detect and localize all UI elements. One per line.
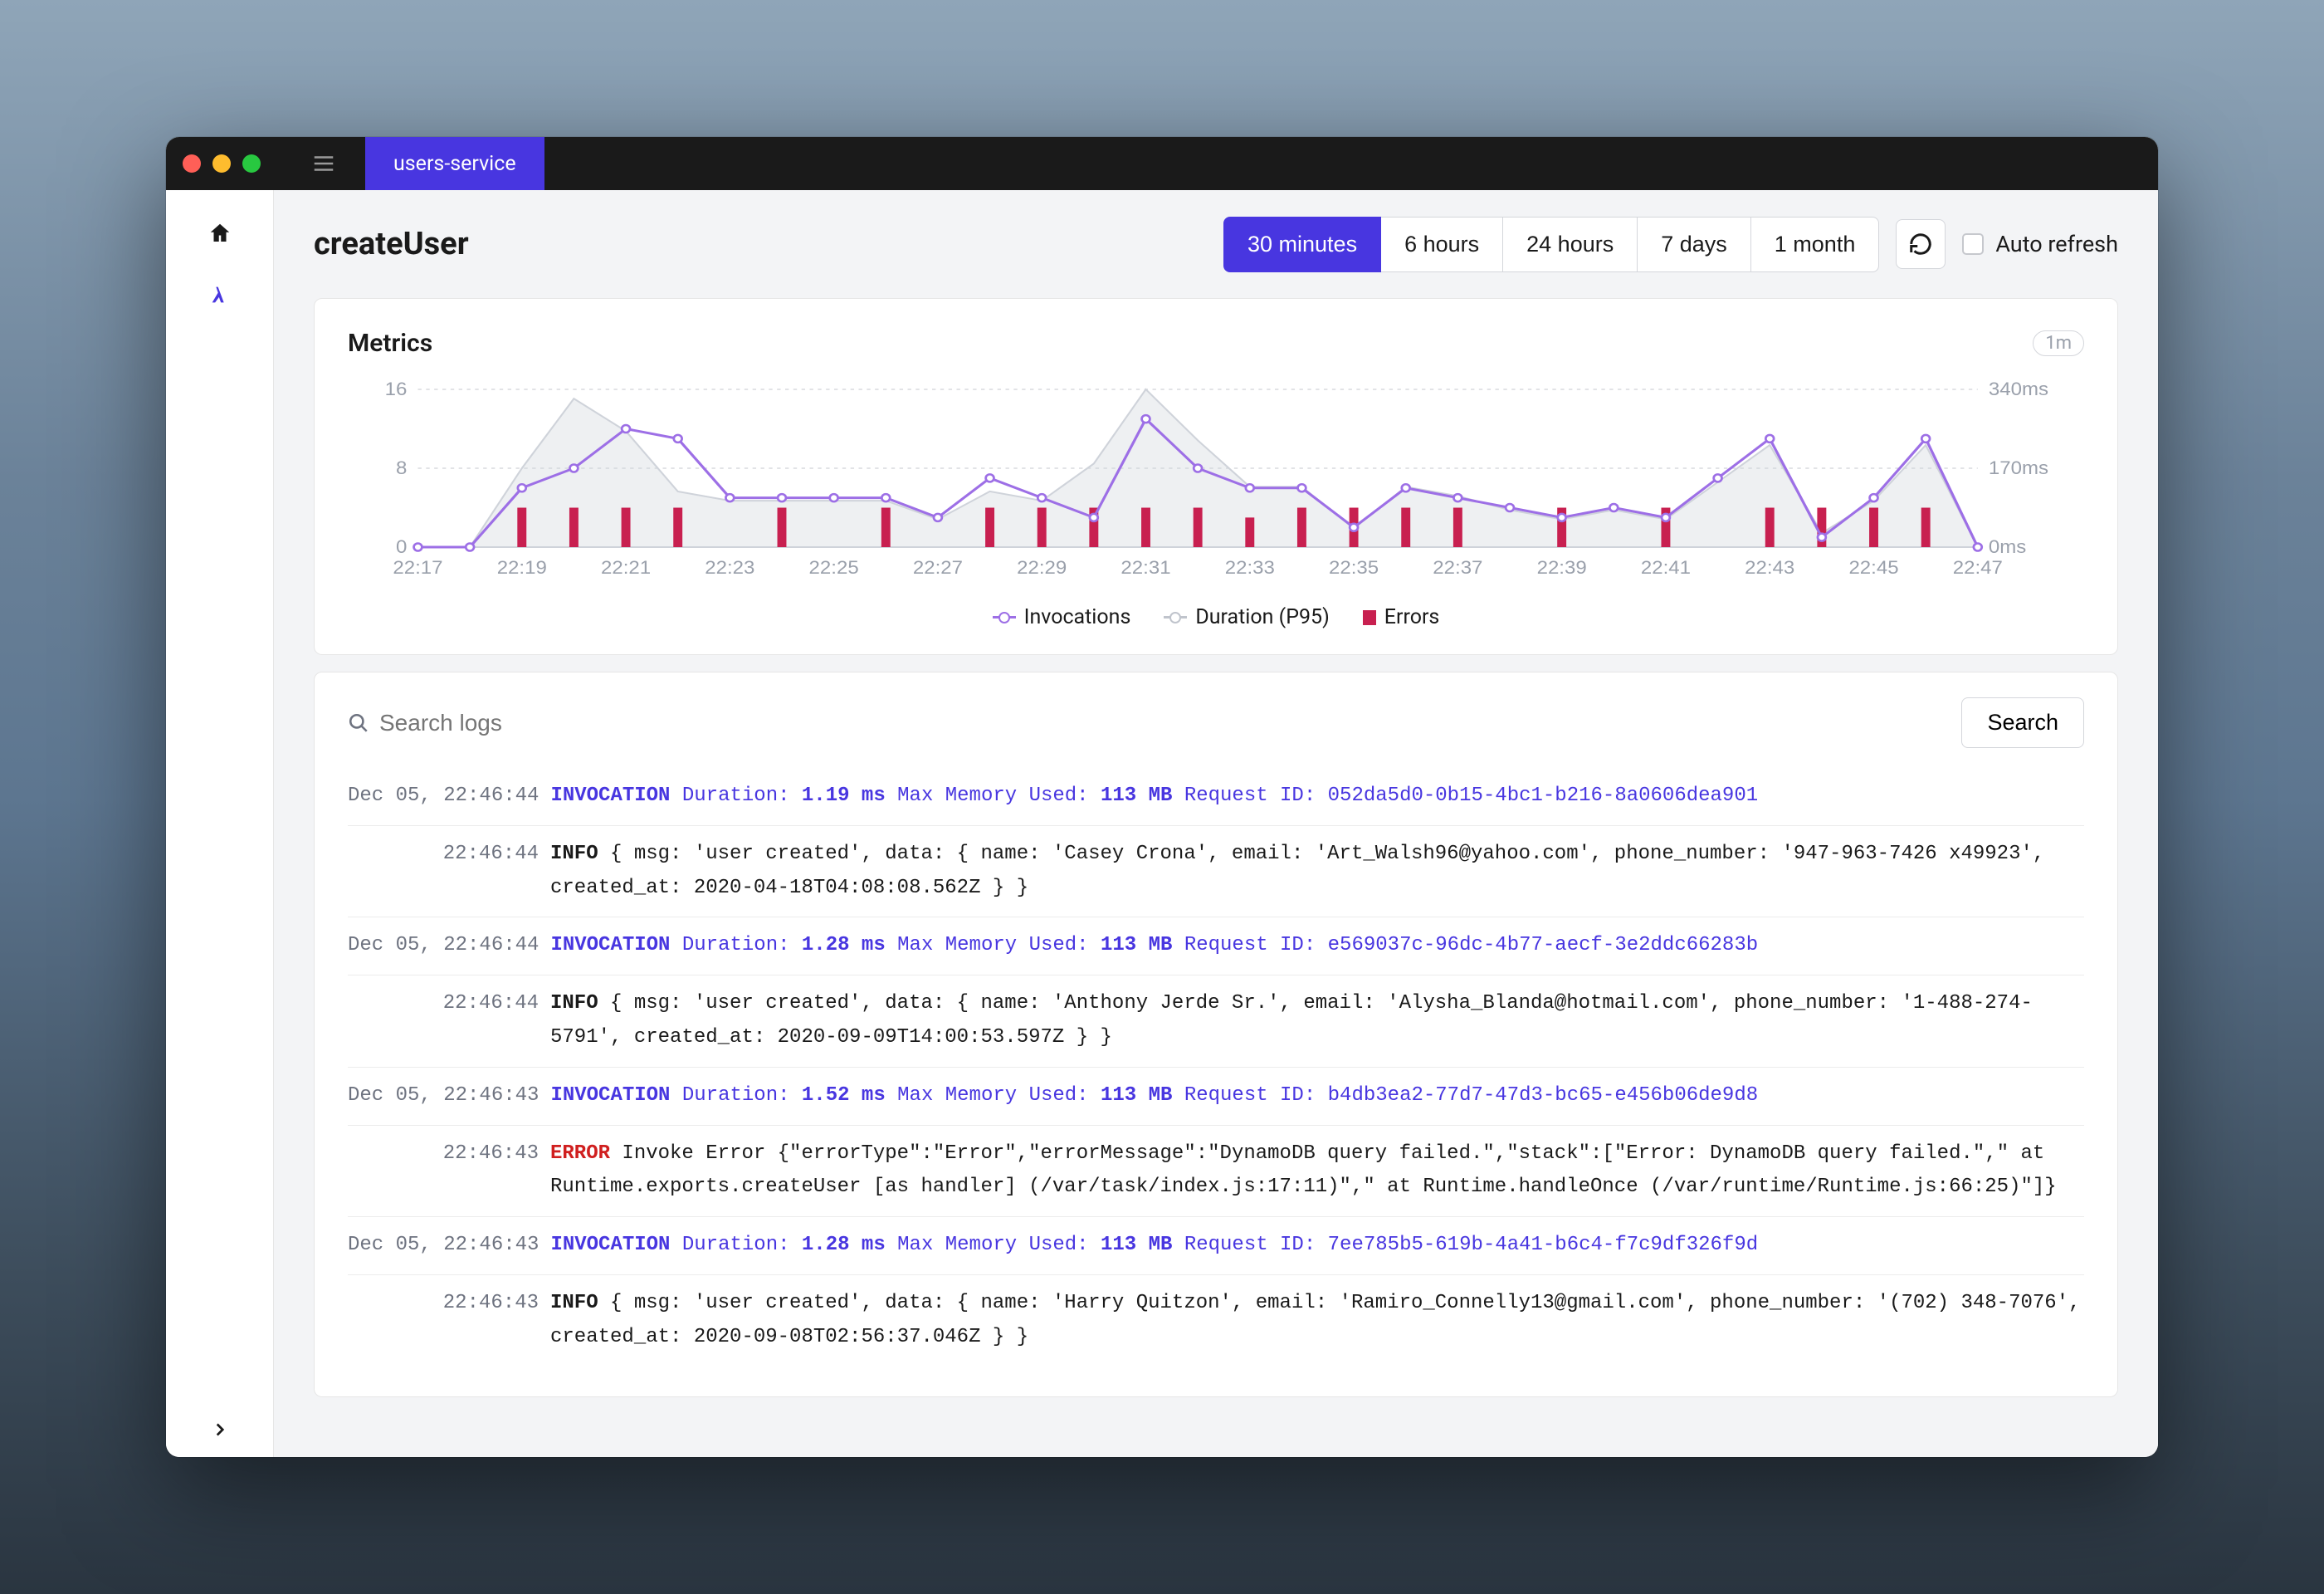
log-line[interactable]: 22:46:43INFO { msg: 'user created', data…	[348, 1275, 2084, 1367]
maximize-window-button[interactable]	[242, 154, 261, 173]
auto-refresh-label: Auto refresh	[1995, 231, 2118, 257]
svg-text:22:41: 22:41	[1641, 557, 1691, 578]
app-window: users-service createUser 30 minutes6 hou…	[166, 137, 2158, 1457]
minimize-window-button[interactable]	[212, 154, 231, 173]
titlebar: users-service	[166, 137, 2158, 190]
refresh-button[interactable]	[1896, 219, 1946, 269]
svg-text:22:27: 22:27	[913, 557, 963, 578]
svg-text:22:31: 22:31	[1120, 557, 1170, 578]
svg-text:22:45: 22:45	[1848, 557, 1898, 578]
svg-text:22:37: 22:37	[1433, 557, 1482, 578]
log-line[interactable]: Dec 05, 22:46:44 INVOCATION Duration: 1.2…	[348, 917, 2084, 975]
log-timestamp: Dec 05, 22:46:43	[348, 1229, 539, 1263]
svg-text:22:23: 22:23	[705, 557, 754, 578]
range-1-month[interactable]: 1 month	[1750, 217, 1880, 272]
chart-legend: Invocations Duration (P95) Errors	[348, 605, 2084, 629]
svg-text:340ms: 340ms	[1989, 381, 2048, 399]
logs-panel: Search Dec 05, 22:46:44 INVOCATION Durati…	[314, 672, 2118, 1397]
page-header: createUser 30 minutes6 hours24 hours7 da…	[274, 190, 2158, 298]
refresh-icon	[1908, 232, 1933, 257]
log-timestamp: Dec 05, 22:46:44	[348, 780, 539, 814]
sidebar	[166, 190, 274, 1457]
range-7-days[interactable]: 7 days	[1637, 217, 1751, 272]
sidebar-item-lambda[interactable]	[195, 270, 245, 320]
hamburger-icon	[311, 151, 336, 176]
log-message: INVOCATION Duration: 1.19 ms Max Memory …	[550, 780, 2084, 814]
log-message: INFO { msg: 'user created', data: { name…	[550, 838, 2084, 906]
log-line[interactable]: 22:46:44INFO { msg: 'user created', data…	[348, 975, 2084, 1068]
auto-refresh-toggle[interactable]: Auto refresh	[1962, 231, 2118, 257]
legend-invocations: Invocations	[993, 605, 1131, 629]
logs-search[interactable]	[348, 710, 1945, 736]
log-message: INVOCATION Duration: 1.28 ms Max Memory …	[550, 1229, 2084, 1263]
log-message: INVOCATION Duration: 1.28 ms Max Memory …	[550, 929, 2084, 963]
metrics-resolution-badge: 1m	[2033, 330, 2084, 356]
log-list: Dec 05, 22:46:44 INVOCATION Duration: 1.1…	[348, 768, 2084, 1367]
log-message: ERROR Invoke Error {"errorType":"Error",…	[550, 1137, 2084, 1205]
legend-errors: Errors	[1363, 605, 1440, 629]
log-timestamp: Dec 05, 22:46:44	[348, 929, 539, 963]
svg-text:22:35: 22:35	[1329, 557, 1379, 578]
svg-text:0: 0	[396, 536, 407, 557]
svg-text:22:43: 22:43	[1745, 557, 1794, 578]
lambda-icon	[208, 283, 232, 306]
svg-text:170ms: 170ms	[1989, 457, 2048, 478]
logs-search-input[interactable]	[379, 710, 1945, 736]
metrics-title: Metrics	[348, 329, 432, 358]
svg-text:0ms: 0ms	[1989, 536, 2026, 557]
log-timestamp: 22:46:44	[348, 987, 539, 1055]
log-line[interactable]: Dec 05, 22:46:43 INVOCATION Duration: 1.2…	[348, 1217, 2084, 1275]
svg-text:22:25: 22:25	[809, 557, 859, 578]
close-window-button[interactable]	[183, 154, 201, 173]
home-icon	[208, 221, 232, 246]
logs-search-button[interactable]: Search	[1961, 697, 2084, 748]
log-message: INFO { msg: 'user created', data: { name…	[550, 987, 2084, 1055]
traffic-lights	[183, 154, 261, 173]
log-message: INVOCATION Duration: 1.52 ms Max Memory …	[550, 1079, 2084, 1113]
svg-text:22:47: 22:47	[1953, 557, 2003, 578]
time-range-group: 30 minutes6 hours24 hours7 days1 month	[1223, 217, 1879, 272]
log-timestamp: 22:46:43	[348, 1287, 539, 1355]
svg-text:16: 16	[385, 381, 408, 399]
range-6-hours[interactable]: 6 hours	[1380, 217, 1503, 272]
svg-text:8: 8	[396, 457, 407, 478]
log-timestamp: 22:46:44	[348, 838, 539, 906]
log-timestamp: 22:46:43	[348, 1137, 539, 1205]
log-line[interactable]: Dec 05, 22:46:43 INVOCATION Duration: 1.5…	[348, 1068, 2084, 1126]
service-tab[interactable]: users-service	[365, 137, 544, 190]
page-title: createUser	[314, 226, 469, 262]
svg-text:22:33: 22:33	[1225, 557, 1275, 578]
log-line[interactable]: 22:46:43ERROR Invoke Error {"errorType":…	[348, 1126, 2084, 1218]
auto-refresh-checkbox[interactable]	[1962, 233, 1984, 255]
log-timestamp: Dec 05, 22:46:43	[348, 1079, 539, 1113]
search-icon	[348, 712, 369, 734]
log-message: INFO { msg: 'user created', data: { name…	[550, 1287, 2084, 1355]
svg-text:22:21: 22:21	[601, 557, 651, 578]
main: createUser 30 minutes6 hours24 hours7 da…	[274, 190, 2158, 1457]
svg-text:22:19: 22:19	[497, 557, 547, 578]
metrics-chart: 0 8 16 0ms 170ms 340ms 22:17 22:19 22:21 22:23 22:…	[354, 381, 2077, 589]
range-30-minutes[interactable]: 30 minutes	[1223, 217, 1381, 272]
metrics-panel: Metrics 1m 0 8 16 0ms 170ms 340ms 22:17 22:19 22…	[314, 298, 2118, 655]
log-line[interactable]: Dec 05, 22:46:44 INVOCATION Duration: 1.1…	[348, 768, 2084, 826]
log-line[interactable]: 22:46:44INFO { msg: 'user created', data…	[348, 826, 2084, 918]
legend-duration: Duration (P95)	[1164, 605, 1329, 629]
chevron-right-icon	[209, 1419, 231, 1440]
svg-text:22:39: 22:39	[1537, 557, 1587, 578]
svg-text:22:29: 22:29	[1017, 557, 1067, 578]
sidebar-expand-button[interactable]	[166, 1419, 273, 1440]
sidebar-item-home[interactable]	[195, 208, 245, 258]
range-24-hours[interactable]: 24 hours	[1502, 217, 1638, 272]
svg-text:22:17: 22:17	[393, 557, 442, 578]
menu-button[interactable]	[305, 145, 342, 182]
